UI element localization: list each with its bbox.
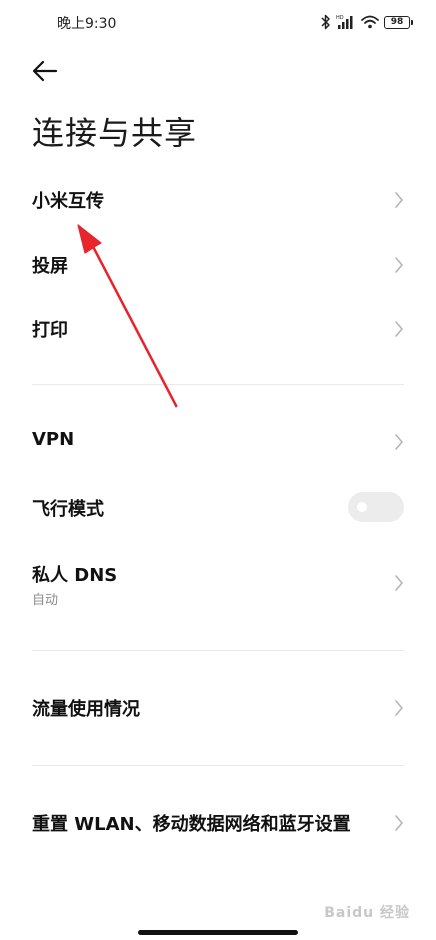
page-title: 连接与共享 [32, 114, 198, 152]
watermark: Baidu 经验 [324, 905, 410, 921]
settings-item-label: 小米互传 [32, 191, 104, 212]
chevron-right-icon [395, 700, 403, 716]
section-divider [32, 650, 404, 651]
settings-item-private-dns[interactable]: 私人 DNS 自动 [0, 553, 436, 617]
status-time: 晚上9:30 [57, 16, 117, 32]
settings-item-mi-share[interactable]: 小米互传 [0, 171, 436, 229]
settings-item-airplane-mode: 飞行模式 [0, 479, 436, 537]
back-button[interactable] [30, 58, 60, 84]
chevron-right-icon [395, 815, 403, 831]
settings-item-subtitle: 自动 [32, 593, 59, 608]
chevron-right-icon [395, 257, 403, 273]
settings-item-label: 飞行模式 [32, 499, 104, 520]
settings-item-vpn[interactable]: VPN [0, 413, 436, 471]
settings-item-label: 流量使用情况 [32, 699, 140, 720]
settings-item-label: 投屏 [32, 256, 68, 277]
status-icons: HD 98 [321, 12, 413, 32]
chevron-right-icon [395, 575, 403, 591]
settings-item-label: 重置 WLAN、移动数据网络和蓝牙设置 [32, 814, 351, 835]
chevron-right-icon [395, 321, 403, 337]
home-indicator [138, 930, 298, 935]
toggle-knob [357, 502, 367, 512]
chevron-right-icon [395, 192, 403, 208]
settings-item-data-usage[interactable]: 流量使用情况 [0, 679, 436, 737]
section-divider [32, 765, 404, 766]
battery-icon: 98 [384, 15, 413, 29]
svg-text:HD: HD [336, 15, 344, 21]
settings-item-label: 私人 DNS [32, 565, 118, 586]
settings-item-cast[interactable]: 投屏 [0, 236, 436, 294]
settings-item-print[interactable]: 打印 [0, 300, 436, 358]
status-bar: 晚上9:30 HD 98 [0, 0, 436, 44]
settings-item-label: 打印 [32, 320, 68, 341]
chevron-right-icon [395, 434, 403, 450]
settings-item-reset-network[interactable]: 重置 WLAN、移动数据网络和蓝牙设置 [0, 794, 436, 852]
signal-icon: HD [336, 15, 353, 29]
settings-item-label: VPN [32, 429, 75, 450]
back-arrow-icon [32, 60, 58, 82]
section-divider [32, 384, 404, 385]
battery-level: 98 [390, 17, 404, 27]
airplane-mode-toggle[interactable] [348, 492, 404, 522]
bluetooth-icon [321, 14, 330, 30]
wifi-icon [361, 15, 379, 29]
